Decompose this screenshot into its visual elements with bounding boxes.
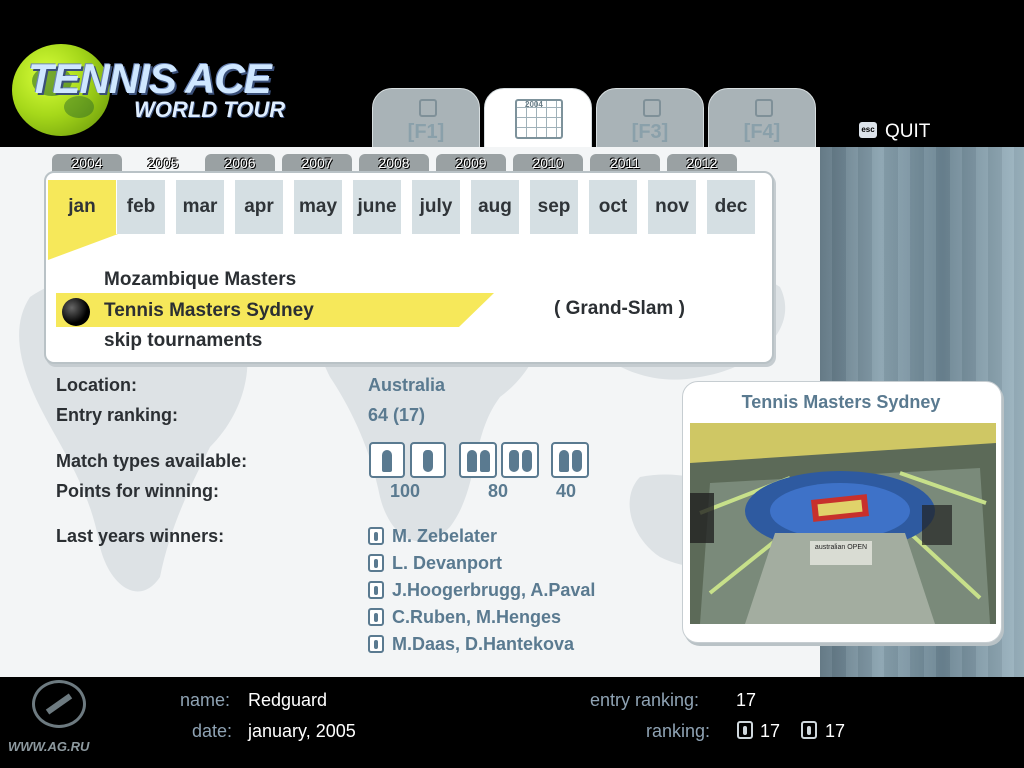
winners-label: Last years winners: [56,526,225,546]
tab-f4[interactable]: [F4] [708,88,816,148]
men-doubles-icon [368,581,384,599]
month-oct[interactable]: oct [589,180,637,234]
player-name-label: name: [180,690,231,710]
winner-name: M.Daas, D.Hantekova [392,634,575,654]
month-sep[interactable]: sep [530,180,578,234]
options-icon [755,99,773,117]
month-feb[interactable]: feb [117,180,165,234]
tab-label: [F4] [743,121,781,143]
men-doubles-icon [459,442,497,478]
tab-f2-calendar[interactable]: 2004 [484,88,592,148]
watermark: WWW.AG.RU [8,739,90,754]
player-entry-ranking-label: entry ranking: [590,690,700,710]
tournament-item-selected[interactable]: Tennis Masters Sydney [104,300,314,322]
player-name-value: Redguard [248,690,328,710]
mixed-doubles-icon [551,442,589,478]
tab-f1[interactable]: [F1] [372,88,480,148]
ag-logo-icon [32,680,86,728]
winner-name: C.Ruben, M.Henges [392,607,562,627]
year-tab-2010[interactable]: 2010 [513,154,583,172]
mixed-doubles-icon [368,635,384,653]
year-tab-2011[interactable]: 2011 [590,154,660,172]
women-doubles-icon [368,608,384,626]
month-apr[interactable]: apr [235,180,283,234]
year-tab-2009[interactable]: 2009 [436,154,506,172]
month-nov[interactable]: nov [648,180,696,234]
singles-ranking-value: 17 [760,721,781,741]
bottom-bar [0,677,1024,768]
points-doubles: 80 [488,481,509,501]
esc-key-icon[interactable]: esc [859,122,877,138]
winner-name: L. Devanport [392,553,503,573]
entry-ranking-value: 64 (17) [368,405,426,425]
tab-label: [F3] [631,121,669,143]
month-may[interactable]: may [294,180,342,234]
month-june[interactable]: june [353,180,401,234]
month-mar[interactable]: mar [176,180,224,234]
year-tab-2005[interactable]: 2005 [128,154,198,172]
year-tab-2012[interactable]: 2012 [667,154,737,172]
stadium-image: australian OPEN [690,423,996,624]
location-label: Location: [56,375,137,395]
stadium-banner-text: australian OPEN [815,544,867,551]
year-tab-2007[interactable]: 2007 [282,154,352,172]
men-singles-icon [369,442,405,478]
women-singles-icon [410,442,446,478]
month-dec[interactable]: dec [707,180,755,234]
game-subtitle: WORLD TOUR [134,97,286,122]
match-types-label: Match types available: [56,451,248,471]
player-entry-ranking-value: 17 [736,690,757,710]
entry-ranking-label: Entry ranking: [56,405,179,425]
tennis-ball-bullet-icon [62,298,90,326]
month-july[interactable]: july [412,180,460,234]
skip-tournaments-item[interactable]: skip tournaments [104,330,262,352]
winner-name: J.Hoogerbrugg, A.Paval [392,580,596,600]
year-tab-2006[interactable]: 2006 [205,154,275,172]
year-tab-2004[interactable]: 2004 [52,154,122,172]
points-label: Points for winning: [56,481,219,501]
month-selection-marker [48,234,118,260]
ranking-icon [643,99,661,117]
date-label: date: [192,721,233,741]
winner-name: M. Zebelater [392,526,498,546]
month-aug[interactable]: aug [471,180,519,234]
stadium-illustration: australian OPEN [690,423,996,624]
points-mixed: 40 [556,481,577,501]
women-singles-icon [368,554,384,572]
game-title: TENNIS ACE [28,55,272,102]
men-singles-icon [368,527,384,545]
doubles-ranking-icon [801,721,817,739]
location-value: Australia [368,375,446,395]
preview-title: Tennis Masters Sydney [741,392,941,412]
points-singles: 100 [390,481,421,501]
women-doubles-icon [501,442,539,478]
tab-label: [F1] [407,121,445,143]
tournament-item[interactable]: Mozambique Masters [104,269,296,291]
singles-icon [419,99,437,117]
player-ranking-label: ranking: [646,721,711,741]
year-tab-2008[interactable]: 2008 [359,154,429,172]
quit-button[interactable]: QUIT [885,121,930,143]
month-jan[interactable]: jan [48,180,116,234]
doubles-ranking-value: 17 [825,721,846,741]
calendar-icon-year: 2004 [525,100,543,109]
tournament-category: ( Grand-Slam ) [554,298,685,319]
tab-f3[interactable]: [F3] [596,88,704,148]
date-value: january, 2005 [248,721,356,741]
singles-ranking-icon [737,721,753,739]
